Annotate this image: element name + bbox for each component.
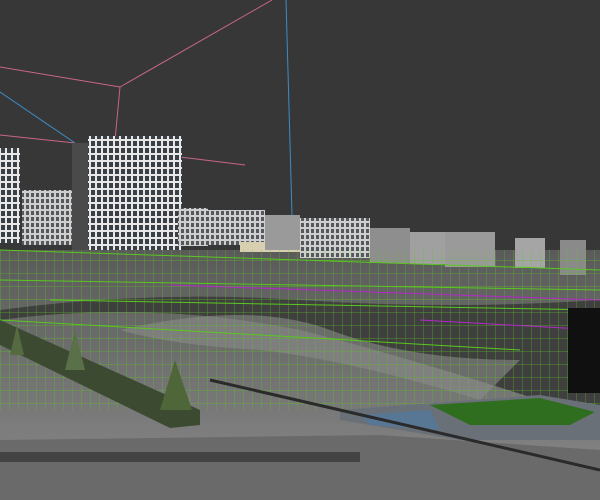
3d-viewport[interactable] xyxy=(0,0,600,500)
scene-canvas xyxy=(0,0,600,500)
billboard xyxy=(568,308,600,393)
crosswalk xyxy=(0,452,360,462)
road xyxy=(0,435,600,500)
